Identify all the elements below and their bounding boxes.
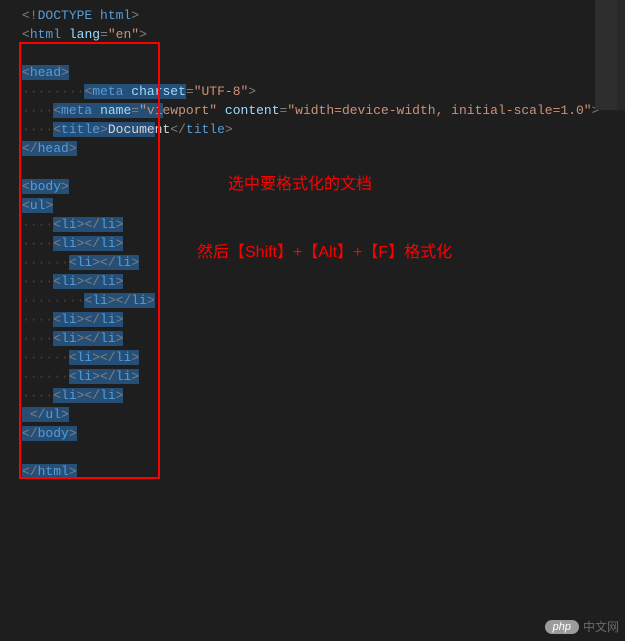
watermark-badge: php [545, 620, 579, 634]
annotation-text-2: 然后【Shift】+【Alt】+【F】格式化 [197, 238, 452, 262]
code-line: </head> [22, 139, 595, 158]
watermark: php 中文网 [545, 618, 619, 635]
annotation-text-1: 选中要格式化的文档 [228, 170, 372, 194]
code-line: ·</ul> [22, 405, 595, 424]
code-line: ········<meta charset="UTF-8"> [22, 82, 595, 101]
code-line: </body> [22, 424, 595, 443]
code-line: ····<li></li> [22, 272, 595, 291]
code-line: ····<li></li> [22, 310, 595, 329]
code-line: </html> [22, 462, 595, 481]
watermark-text: 中文网 [583, 618, 619, 635]
code-line: ····<li></li> [22, 215, 595, 234]
code-line [22, 443, 595, 462]
code-line: ····<title>Document</title> [22, 120, 595, 139]
code-line: <head> [22, 63, 595, 82]
code-line: ······<li></li> [22, 367, 595, 386]
code-line: ····<li></li> [22, 329, 595, 348]
code-line: ····<meta name="viewport" content="width… [22, 101, 595, 120]
minimap-slider[interactable] [595, 0, 625, 110]
code-line: <!DOCTYPE html> [22, 6, 595, 25]
code-line: ····<li></li> [22, 386, 595, 405]
code-line: ········<li></li> [22, 291, 595, 310]
code-line: ······<li></li> [22, 348, 595, 367]
code-line: <html lang="en"> [22, 25, 595, 44]
code-line [22, 44, 595, 63]
code-line: <ul> [22, 196, 595, 215]
